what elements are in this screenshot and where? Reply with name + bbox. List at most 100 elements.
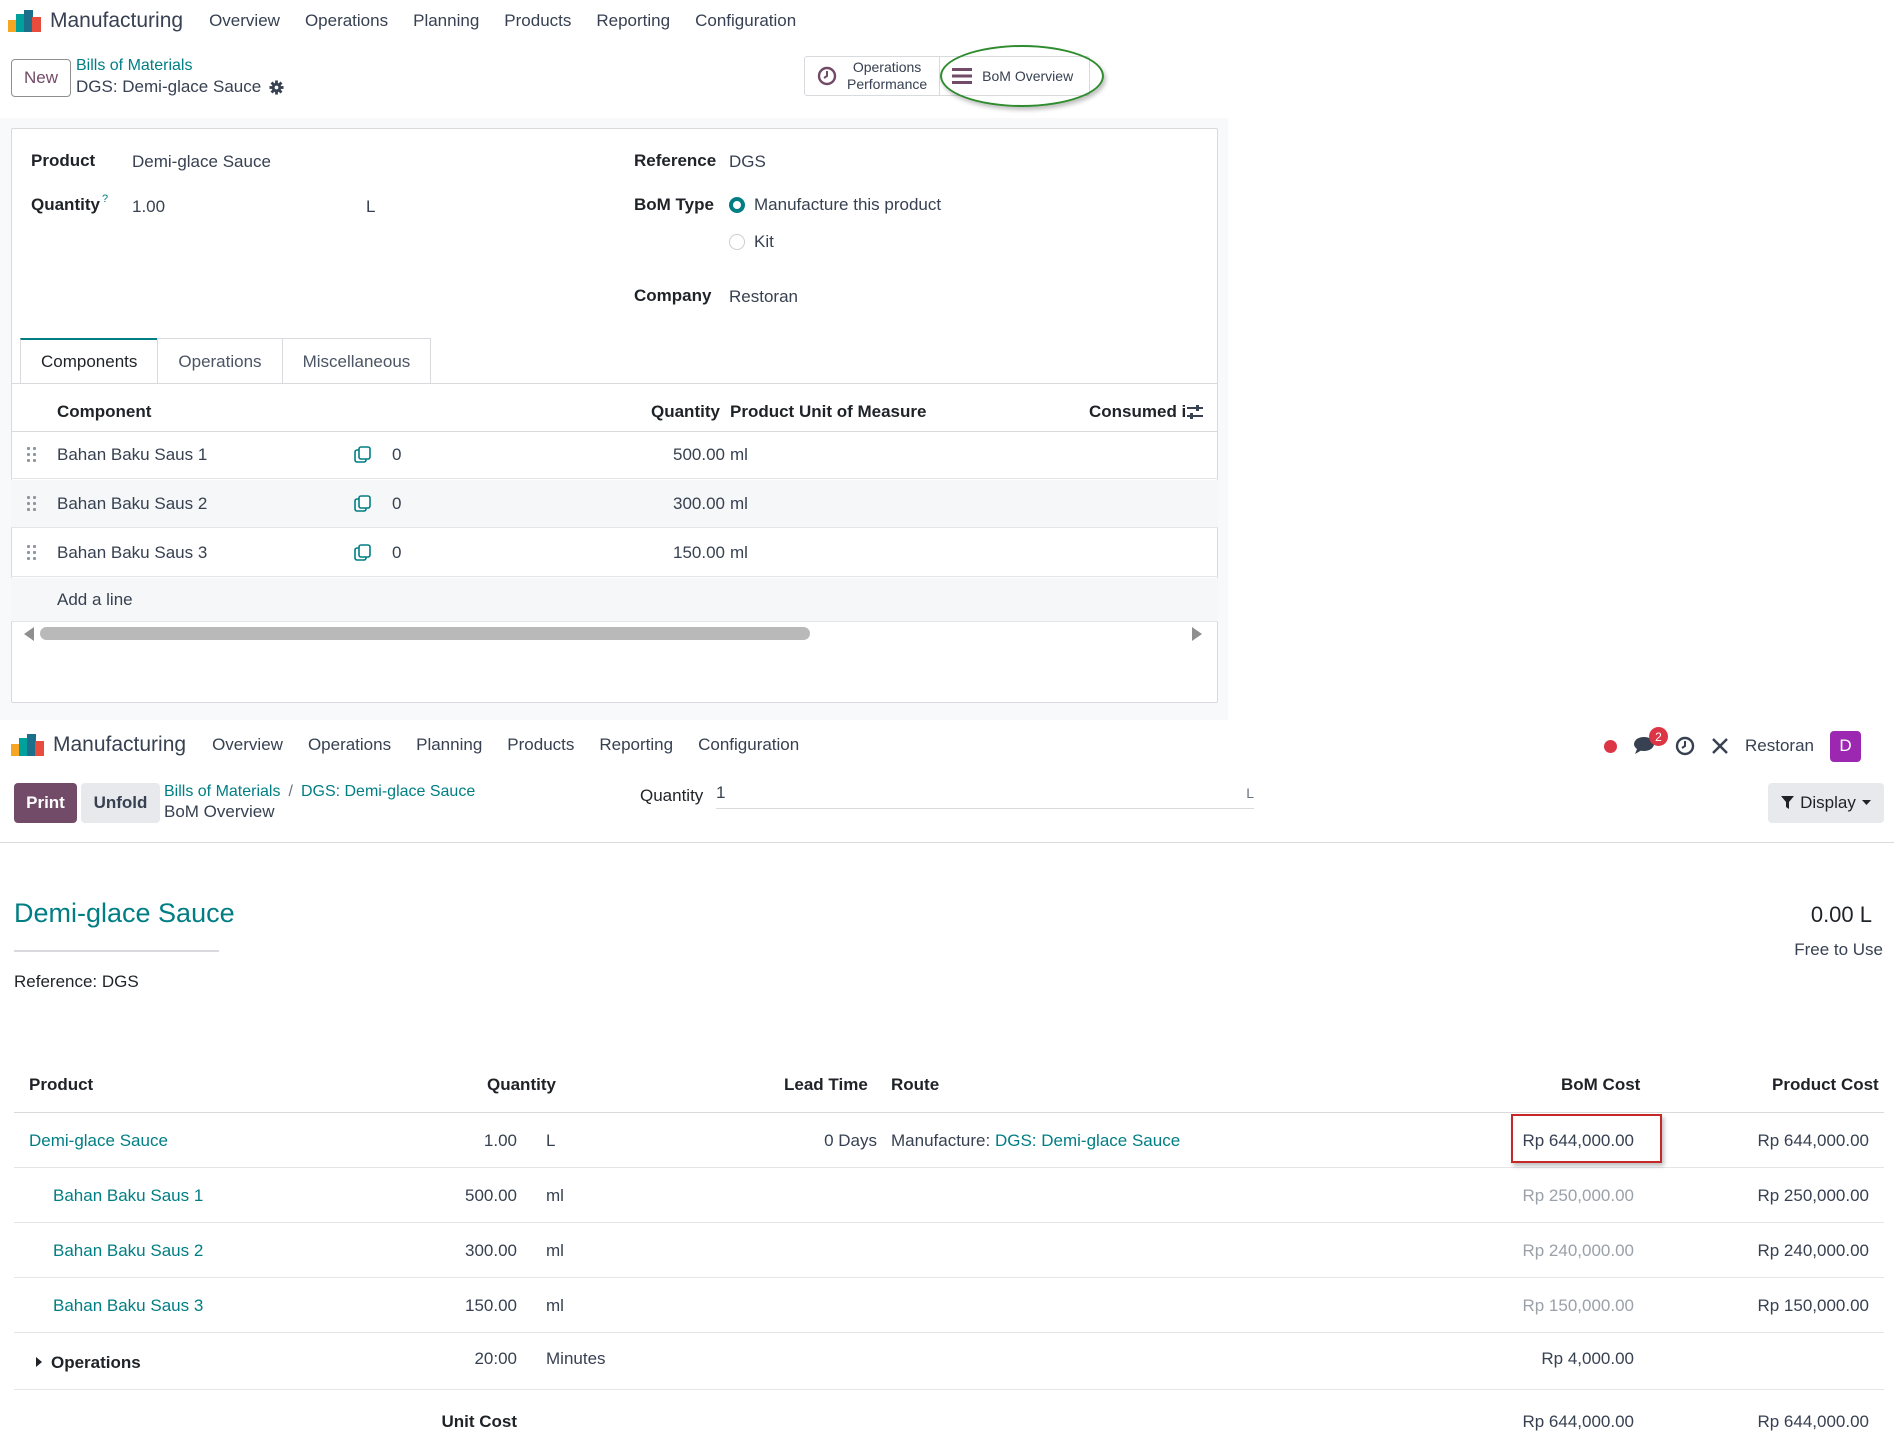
radio-unselected[interactable] bbox=[729, 234, 745, 250]
tab-components[interactable]: Components bbox=[20, 338, 159, 384]
menu-products[interactable]: Products bbox=[507, 735, 574, 755]
row-product[interactable]: Bahan Baku Saus 2 bbox=[53, 1241, 203, 1261]
optional-columns-icon[interactable] bbox=[1186, 404, 1204, 420]
caret-right-icon[interactable] bbox=[36, 1357, 42, 1367]
component-quantity[interactable]: 300.00 bbox=[673, 494, 725, 514]
row-quantity: 1.00 bbox=[483, 1131, 517, 1150]
component-quantity[interactable]: 150.00 bbox=[673, 543, 725, 563]
menu-operations[interactable]: Operations bbox=[308, 735, 391, 755]
component-count: 0 bbox=[392, 445, 402, 464]
menu-planning[interactable]: Planning bbox=[416, 735, 482, 755]
header-quantity[interactable]: Quantity bbox=[651, 402, 720, 422]
header-uom[interactable]: Product Unit of Measure bbox=[730, 402, 926, 422]
copy-icon[interactable] bbox=[354, 446, 371, 463]
menu-products[interactable]: Products bbox=[504, 11, 571, 31]
component-quantity[interactable]: 500.00 bbox=[673, 445, 725, 465]
copy-icon[interactable] bbox=[354, 495, 371, 512]
horizontal-scrollbar[interactable] bbox=[40, 627, 810, 640]
manufacturing-app-icon[interactable] bbox=[11, 734, 45, 756]
copy-icon[interactable] bbox=[354, 544, 371, 561]
quantity-uom[interactable]: L bbox=[366, 197, 375, 217]
component-uom[interactable]: ml bbox=[730, 543, 748, 563]
scroll-right-icon[interactable] bbox=[1192, 627, 1202, 641]
tab-operations[interactable]: Operations bbox=[157, 338, 283, 384]
manufacturing-app-icon[interactable] bbox=[8, 10, 42, 32]
display-dropdown-button[interactable]: Display bbox=[1768, 783, 1884, 823]
add-line-row: Add a line bbox=[11, 578, 1218, 622]
systray: 2 Restoran D bbox=[1604, 727, 1861, 764]
component-row[interactable]: Bahan Baku Saus 1 0 500.00 ml bbox=[11, 431, 1218, 479]
row-product-cost: Rp 250,000.00 bbox=[1757, 1186, 1869, 1205]
menu-overview[interactable]: Overview bbox=[212, 735, 283, 755]
row-product-cost: Rp 240,000.00 bbox=[1757, 1241, 1869, 1260]
quantity-help-icon[interactable]: ? bbox=[102, 193, 108, 205]
header-consumed[interactable]: Consumed i bbox=[1089, 402, 1186, 422]
operations-performance-line2: Performance bbox=[847, 76, 928, 92]
scroll-left-icon[interactable] bbox=[24, 627, 34, 641]
row-product[interactable]: Bahan Baku Saus 3 bbox=[53, 1296, 203, 1316]
radio-selected[interactable] bbox=[729, 197, 745, 213]
menu-configuration[interactable]: Configuration bbox=[698, 735, 799, 755]
breadcrumb-bills-of-materials[interactable]: Bills of Materials bbox=[76, 57, 192, 75]
company-field[interactable]: Restoran bbox=[729, 287, 798, 307]
menu-reporting[interactable]: Reporting bbox=[599, 735, 673, 755]
menu-planning[interactable]: Planning bbox=[413, 11, 479, 31]
row-product[interactable]: Bahan Baku Saus 1 bbox=[53, 1186, 203, 1206]
component-uom[interactable]: ml bbox=[730, 445, 748, 465]
on-hand-quantity: 0.00 L bbox=[1810, 902, 1872, 927]
unfold-button[interactable]: Unfold bbox=[81, 783, 160, 823]
product-title[interactable]: Demi-glace Sauce bbox=[14, 898, 235, 929]
row-lead-time: 0 Days bbox=[824, 1131, 877, 1150]
component-name[interactable]: Bahan Baku Saus 1 bbox=[57, 445, 207, 465]
free-to-use-label: Free to Use bbox=[1794, 940, 1883, 959]
drag-handle-icon[interactable] bbox=[27, 447, 37, 463]
menu-operations[interactable]: Operations bbox=[305, 11, 388, 31]
breadcrumb-bom-record[interactable]: DGS: Demi-glace Sauce bbox=[301, 783, 475, 801]
component-name[interactable]: Bahan Baku Saus 3 bbox=[57, 543, 207, 563]
breadcrumb-bills-of-materials[interactable]: Bills of Materials bbox=[164, 783, 280, 801]
app-name[interactable]: Manufacturing bbox=[53, 733, 186, 757]
components-header: Component Quantity Product Unit of Measu… bbox=[11, 390, 1218, 432]
drag-handle-icon[interactable] bbox=[27, 545, 37, 561]
messages-icon[interactable]: 2 bbox=[1633, 727, 1668, 757]
quantity-input[interactable]: 1 L bbox=[716, 783, 1254, 809]
row-product[interactable]: Demi-glace Sauce bbox=[29, 1131, 168, 1151]
operations-performance-button[interactable]: Operations Performance bbox=[805, 57, 939, 95]
bom-type-kit-option[interactable]: Kit bbox=[729, 232, 774, 252]
header-component[interactable]: Component bbox=[57, 402, 151, 422]
reference-field[interactable]: DGS bbox=[729, 152, 766, 172]
activity-clock-icon[interactable] bbox=[1675, 736, 1695, 756]
bom-type-manufacture-option[interactable]: Manufacture this product bbox=[729, 195, 941, 215]
print-button[interactable]: Print bbox=[14, 783, 77, 823]
operations-row[interactable]: Operations 20:00 Minutes Rp 4,000.00 bbox=[14, 1333, 1884, 1390]
menu-reporting[interactable]: Reporting bbox=[596, 11, 670, 31]
table-row: Bahan Baku Saus 1 500.00 ml Rp 250,000.0… bbox=[14, 1168, 1884, 1223]
row-product-cost: Rp 150,000.00 bbox=[1757, 1296, 1869, 1315]
app-name[interactable]: Manufacturing bbox=[50, 9, 183, 33]
menu-configuration[interactable]: Configuration bbox=[695, 11, 796, 31]
add-line-link[interactable]: Add a line bbox=[57, 590, 133, 610]
tools-icon[interactable] bbox=[1711, 737, 1729, 755]
tab-miscellaneous[interactable]: Miscellaneous bbox=[281, 338, 432, 384]
company-switcher[interactable]: Restoran bbox=[1745, 736, 1814, 756]
component-row[interactable]: Bahan Baku Saus 3 0 150.00 ml bbox=[11, 529, 1218, 577]
component-row[interactable]: Bahan Baku Saus 2 0 300.00 ml bbox=[11, 480, 1218, 528]
bom-type-label: BoM Type bbox=[634, 195, 714, 214]
operations-performance-line1: Operations bbox=[852, 59, 922, 75]
product-field[interactable]: Demi-glace Sauce bbox=[132, 152, 271, 172]
display-label: Display bbox=[1800, 793, 1856, 812]
component-count: 0 bbox=[392, 494, 402, 513]
route-link[interactable]: DGS: Demi-glace Sauce bbox=[995, 1131, 1180, 1150]
new-button[interactable]: New bbox=[11, 59, 71, 97]
row-bom-cost: Rp 240,000.00 bbox=[1522, 1241, 1634, 1260]
control-panel-divider bbox=[0, 842, 1894, 843]
component-name[interactable]: Bahan Baku Saus 2 bbox=[57, 494, 207, 514]
component-uom[interactable]: ml bbox=[730, 494, 748, 514]
drag-handle-icon[interactable] bbox=[27, 496, 37, 512]
quantity-field[interactable]: 1.00 bbox=[132, 197, 165, 217]
user-avatar[interactable]: D bbox=[1829, 730, 1861, 762]
gear-icon[interactable] bbox=[269, 79, 284, 95]
menu-overview[interactable]: Overview bbox=[209, 11, 280, 31]
recording-status-icon[interactable] bbox=[1604, 739, 1617, 753]
operations-label[interactable]: Operations bbox=[51, 1353, 141, 1373]
